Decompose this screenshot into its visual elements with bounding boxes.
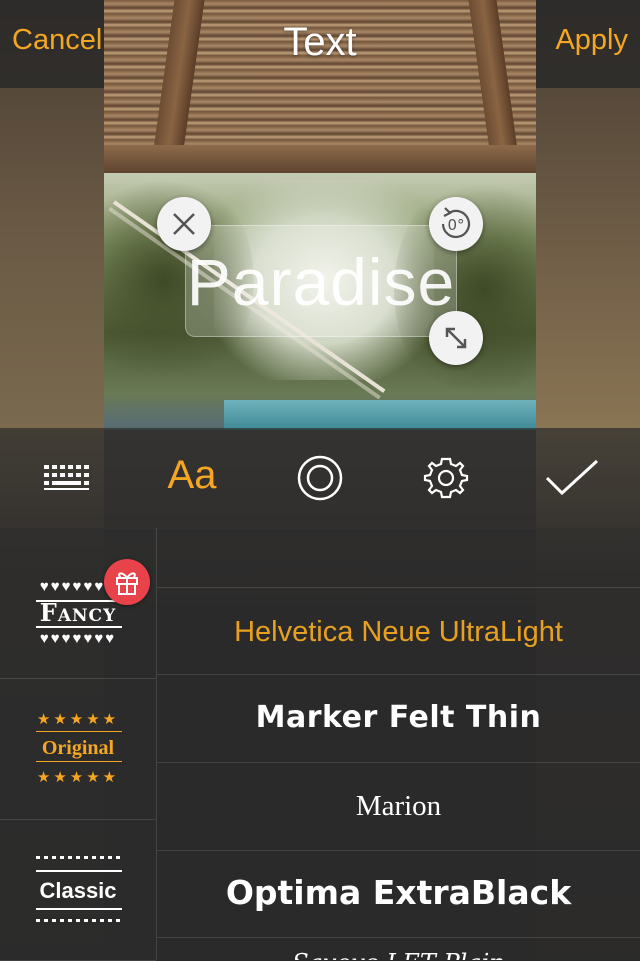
- nav-bar: Cancel Text Apply: [0, 0, 640, 88]
- font-option-label: Marker Felt Thin: [255, 700, 542, 735]
- font-option-helvetica-neue-ultralight[interactable]: Helvetica Neue UltraLight: [157, 588, 640, 675]
- text-overlay-box[interactable]: Paradise: [185, 225, 457, 337]
- font-option-label: Savoye LET Plain: [157, 939, 640, 960]
- gear-icon[interactable]: [396, 428, 496, 528]
- cancel-button[interactable]: Cancel: [12, 24, 102, 57]
- svg-text:0°: 0°: [447, 216, 464, 234]
- keyboard-icon[interactable]: [17, 428, 117, 528]
- resize-icon[interactable]: [429, 311, 483, 365]
- category-fancy-hearts-bottom: ♥♥♥♥♥♥♥: [39, 630, 117, 647]
- checkmark-icon[interactable]: [522, 428, 622, 528]
- font-tab-label: Aa: [167, 453, 217, 497]
- category-original-stars-bottom: ★★★★★: [36, 769, 120, 786]
- apply-button[interactable]: Apply: [555, 24, 628, 57]
- font-option-savoye-let-plain[interactable]: Savoye LET Plain: [157, 939, 640, 960]
- category-original-stars-top: ★★★★★: [36, 711, 120, 728]
- tool-bar: Aa: [0, 428, 640, 529]
- category-classic[interactable]: Classic: [0, 820, 156, 961]
- font-option-optima-extrablack[interactable]: Optima ExtraBlack: [157, 851, 640, 938]
- category-original[interactable]: ★★★★★ Original ★★★★★: [0, 679, 156, 820]
- rotate-icon[interactable]: 0°: [429, 197, 483, 251]
- category-classic-label: Classic: [39, 878, 117, 903]
- font-option-label: Marion: [355, 790, 442, 822]
- font-tab-button[interactable]: Aa: [142, 428, 242, 528]
- font-option-label: Helvetica Neue UltraLight: [234, 616, 563, 648]
- style-circle-icon[interactable]: [270, 428, 370, 528]
- gift-icon[interactable]: [104, 559, 150, 605]
- font-option-marion[interactable]: Marion: [157, 764, 640, 851]
- close-icon[interactable]: [157, 197, 211, 251]
- font-option-marker-felt-thin[interactable]: Marker Felt Thin: [157, 676, 640, 763]
- category-original-label: Original: [41, 737, 115, 759]
- font-option-label: Optima ExtraBlack: [225, 873, 572, 912]
- overlay-text: Paradise: [186, 245, 456, 319]
- font-list: Helvetica Neue UltraLight Marker Felt Th…: [157, 528, 640, 960]
